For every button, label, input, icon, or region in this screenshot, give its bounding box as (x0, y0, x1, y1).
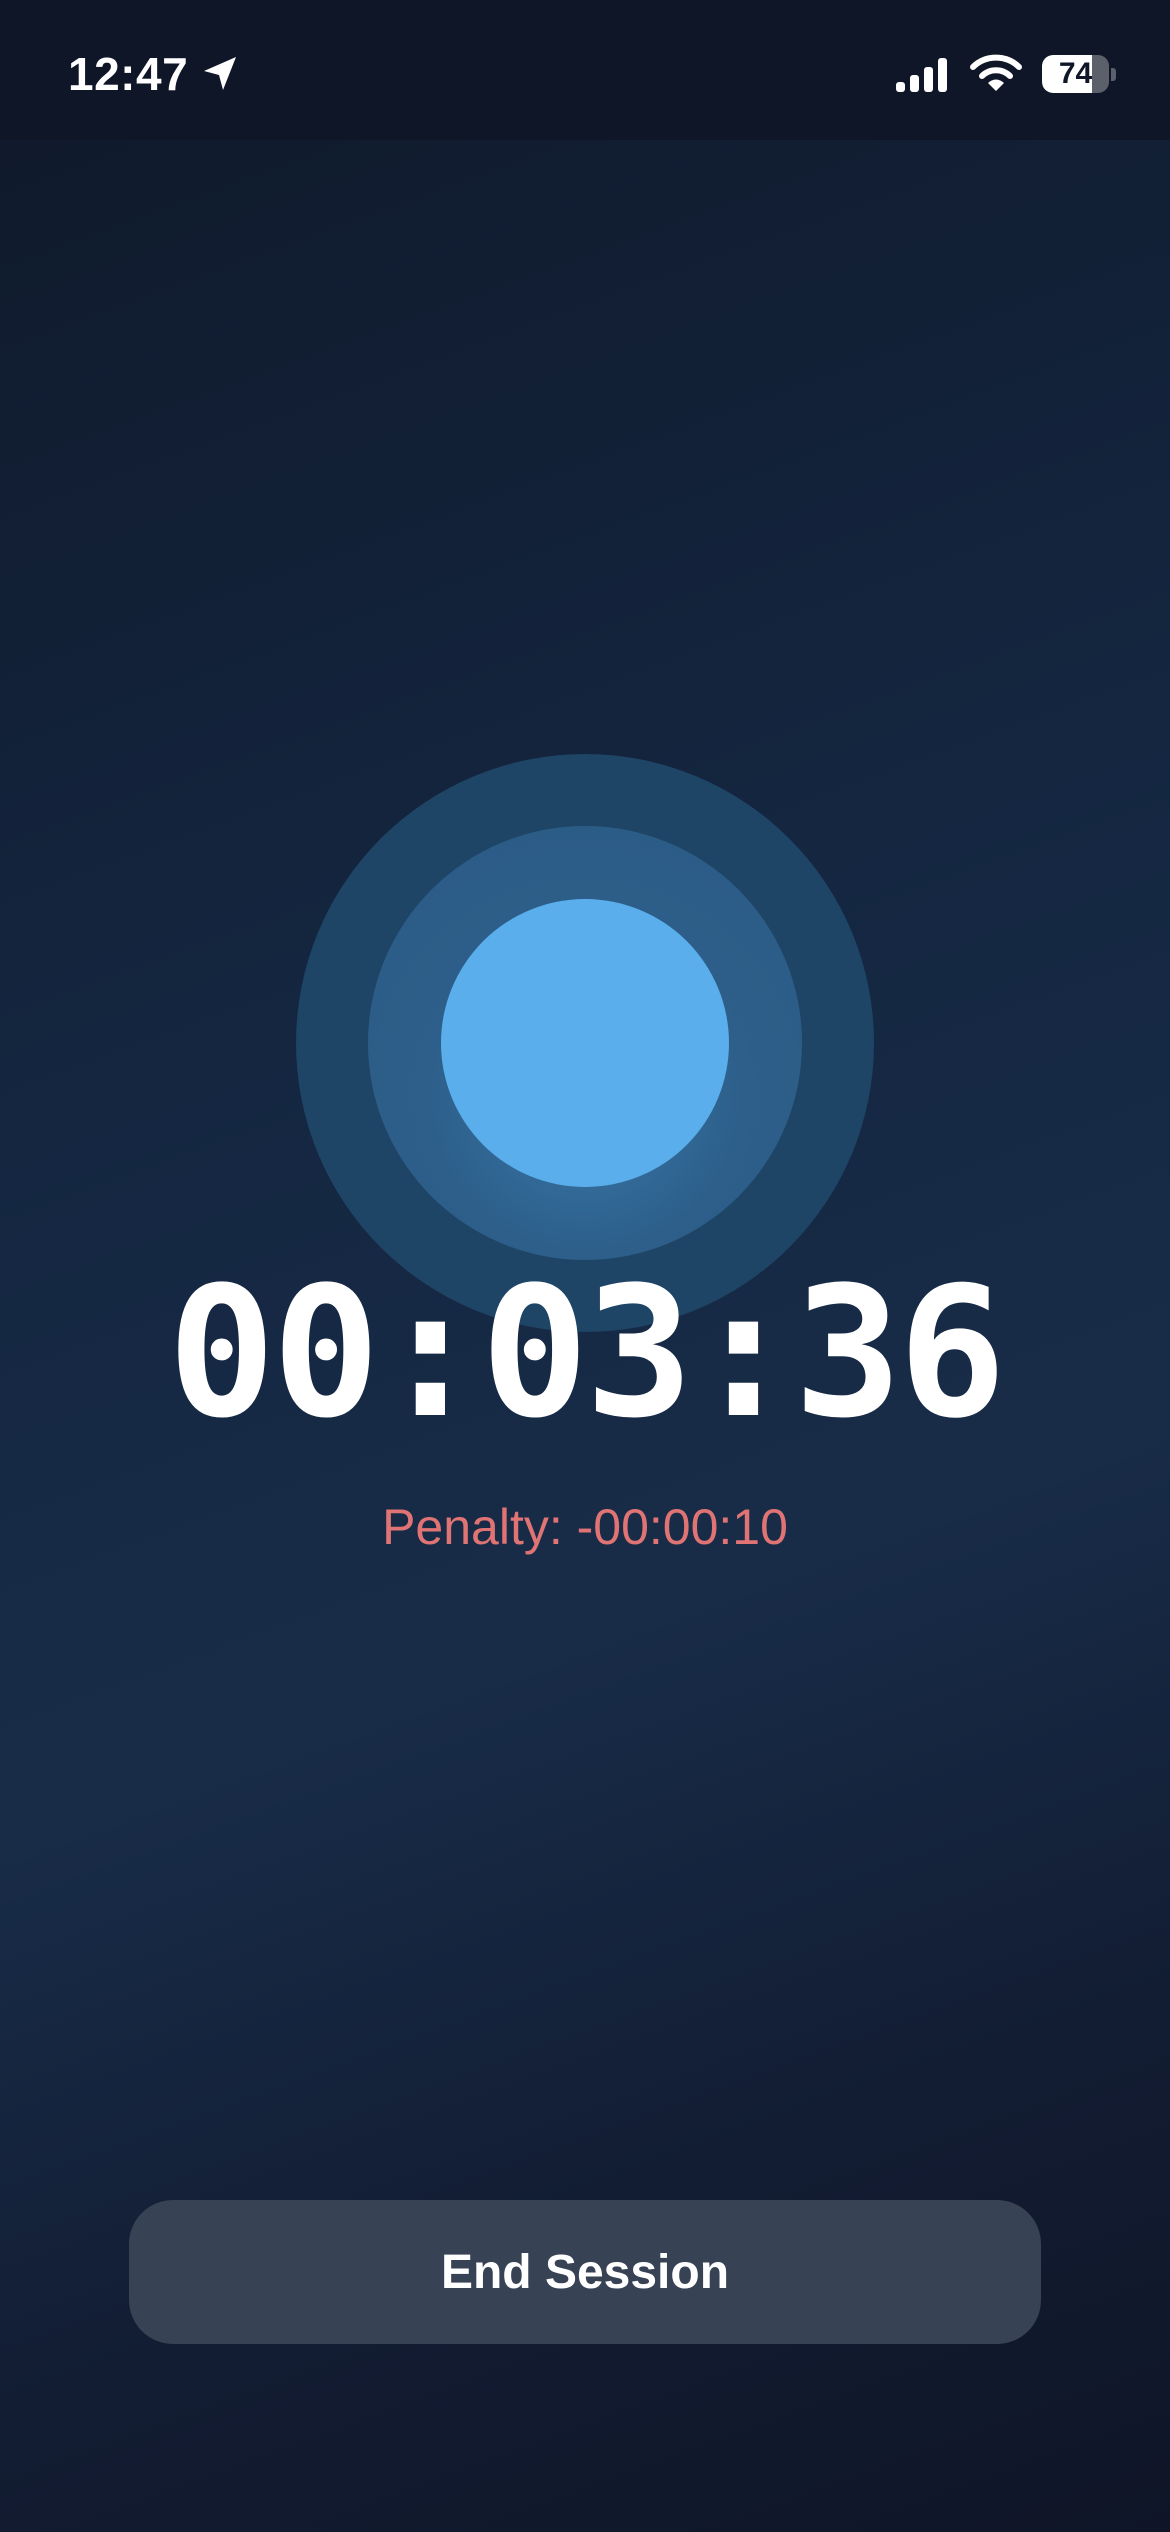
location-arrow-icon (200, 54, 240, 94)
status-bar: 12:47 74 (0, 0, 1170, 140)
penalty-label: Penalty: -00:00:10 (382, 1499, 788, 1555)
cellular-signal-icon (894, 54, 950, 94)
status-time-group: 12:47 (68, 42, 240, 106)
wifi-icon (970, 54, 1022, 94)
end-session-button[interactable]: End Session (129, 2200, 1041, 2344)
status-time: 12:47 (68, 48, 189, 100)
session-timer: 00:03:36 (167, 1249, 1007, 1458)
battery-level: 74 (1058, 57, 1093, 90)
battery-cap (1111, 67, 1116, 81)
status-indicators: 74 (894, 44, 1116, 104)
battery-body: 74 (1042, 55, 1110, 93)
breathing-orb (296, 754, 874, 1332)
battery-icon: 74 (1042, 55, 1116, 93)
orb-core (441, 899, 729, 1187)
